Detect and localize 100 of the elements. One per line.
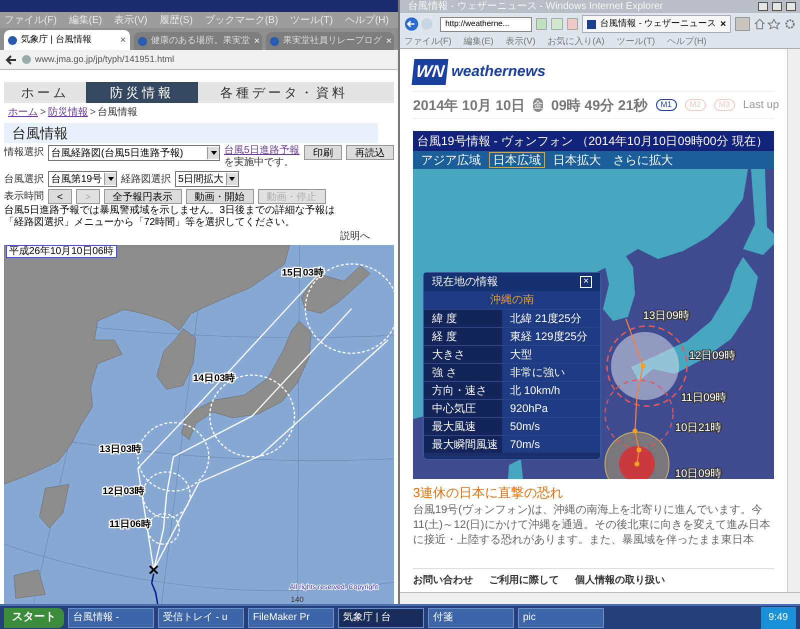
- close-button[interactable]: ×: [580, 276, 592, 288]
- dropdown[interactable]: 台風第19号: [48, 171, 118, 187]
- caret-icon: [226, 173, 238, 185]
- view-tab[interactable]: アジア広域: [417, 152, 485, 168]
- window-title: 台風情報 - ウェザーニュース - Windows Internet Explorer: [408, 0, 664, 14]
- time-label: 11日09時: [681, 392, 727, 404]
- field-value: 920hPa: [502, 400, 600, 417]
- timestamp-label: 平成26年10月10日06時: [6, 245, 116, 258]
- new-tab-button[interactable]: [735, 17, 750, 31]
- browser-tab[interactable]: 果実堂社員リレーブログ ×: [266, 32, 394, 50]
- time-label: 13日09時: [643, 310, 690, 322]
- taskbar-button[interactable]: 気象庁 | 台: [338, 608, 424, 628]
- time-label: 12日09時: [689, 350, 736, 362]
- start-button[interactable]: スタート: [4, 608, 64, 628]
- time-text: 09時 49分 21秒: [551, 96, 648, 114]
- time-label: 10日21時: [675, 422, 722, 434]
- typhoon-title: 台風19号情報 - ヴォンフォン （2014年10月10日09時00分 現在）: [417, 133, 768, 150]
- browser-tab[interactable]: 台風情報 - ウェザーニュース ×: [582, 15, 732, 33]
- button[interactable]: 全予報円表示: [104, 189, 182, 204]
- article-headline: 3連休の日本に直撃の恐れ: [413, 484, 564, 502]
- field-label: 経路図選択: [121, 172, 172, 186]
- notice-paragraph: 台風5日進路予報では暴風警戒域を示しません。3日後までの詳細な予報は「経路図選択」メニューから「72時間」等を選択してください。: [4, 205, 336, 229]
- past-track-line: [150, 573, 158, 604]
- close-icon[interactable]: ×: [720, 16, 726, 32]
- close-icon[interactable]: ×: [254, 34, 260, 48]
- logo-text: weathernews: [451, 62, 546, 82]
- date-text: 2014年 10月 10日: [413, 96, 526, 114]
- dropdown[interactable]: 5日間拡大: [175, 171, 239, 187]
- help-link[interactable]: 説明へ: [340, 229, 370, 244]
- location-text: 沖縄の南: [424, 291, 600, 309]
- caret-icon: [104, 173, 116, 185]
- time-label: 13日03時: [100, 444, 142, 455]
- menu-item[interactable]: 編集(E): [464, 34, 494, 48]
- notice-text: 台風5日進路予報 を実施中です。: [224, 145, 300, 169]
- field-value: 50m/s: [502, 418, 600, 435]
- address-bar[interactable]: www.jma.go.jp/jp/typh/141951.html: [0, 50, 398, 70]
- tab-label: 気象庁 | 台風情報: [21, 33, 92, 46]
- footer-link[interactable]: お問い合わせ: [413, 573, 473, 588]
- menu-item[interactable]: ヘルプ(H): [667, 34, 706, 48]
- browser-tab[interactable]: 気象庁 | 台風情報 ×: [4, 30, 130, 50]
- button[interactable]: 印刷: [304, 145, 342, 160]
- center-mark-icon: [148, 565, 159, 575]
- caret-icon: [207, 147, 219, 159]
- button[interactable]: <: [48, 189, 72, 204]
- view-tab[interactable]: さらに拡大: [609, 152, 677, 168]
- url-text: www.jma.go.jp/jp/typh/141951.html: [35, 52, 174, 66]
- breadcrumb-current: 台風情報: [98, 106, 138, 120]
- globe-icon: [270, 36, 279, 46]
- vertical-scrollbar[interactable]: [787, 49, 800, 592]
- field-value: 大型: [502, 346, 600, 363]
- page-title: 台風情報: [12, 124, 68, 142]
- panel-title: 現在地の情報: [432, 274, 498, 290]
- menu-item[interactable]: ファイル(F): [404, 34, 452, 48]
- field-value: 東経 129度25分: [502, 328, 600, 345]
- notice-link[interactable]: 台風5日進路予報: [224, 145, 300, 156]
- field-label: 強 さ: [424, 364, 502, 381]
- taskbar-button[interactable]: 付箋: [428, 608, 514, 628]
- horizontal-scrollbar[interactable]: [400, 592, 800, 604]
- nav-tab[interactable]: 防災情報: [86, 82, 198, 103]
- tab-label: 台風情報 - ウェザーニュース: [600, 17, 716, 30]
- footer-link[interactable]: 個人情報の取り扱い: [575, 573, 665, 588]
- taskbar-button[interactable]: 受信トレイ - u: [158, 608, 244, 628]
- globe-icon: [138, 36, 147, 46]
- field-label: 中心気圧: [424, 400, 502, 417]
- close-icon[interactable]: ×: [120, 32, 126, 48]
- footer-link[interactable]: ご利用に際して: [489, 573, 559, 588]
- field-label: 方向・速さ: [424, 382, 502, 399]
- field-value: 70m/s: [502, 436, 600, 453]
- field-label: 表示時間: [4, 190, 44, 204]
- address-field[interactable]: http://weatherne...: [440, 16, 532, 32]
- close-icon[interactable]: ×: [386, 34, 392, 48]
- menu-item[interactable]: ツール(T): [616, 34, 655, 48]
- taskbar-button[interactable]: pic: [518, 608, 604, 628]
- taskbar-button[interactable]: FileMaker Pr: [248, 608, 334, 628]
- tab-label: 健康のある場所。果実堂: [151, 34, 250, 48]
- breadcrumb-separator: >: [40, 106, 46, 120]
- view-tab[interactable]: 日本広域: [489, 152, 545, 168]
- mode-toggle[interactable]: M1: [656, 99, 677, 111]
- globe-icon: [8, 36, 17, 44]
- site-icon: [587, 20, 596, 28]
- field-label: 最大瞬間風速: [424, 436, 502, 453]
- button[interactable]: 動画・開始: [186, 189, 254, 204]
- breadcrumb-link[interactable]: ホーム: [8, 104, 38, 120]
- dropdown[interactable]: 台風経路図(台風5日進路予報): [48, 145, 220, 161]
- globe-icon: [22, 55, 31, 64]
- menu-item[interactable]: 表示(V): [506, 34, 536, 48]
- taskbar-button[interactable]: 台風情報 -: [68, 608, 154, 628]
- time-label: 15日03時: [282, 268, 324, 278]
- field-label: 緯 度: [424, 310, 502, 327]
- browser-tab[interactable]: 健康のある場所。果実堂 ×: [134, 32, 262, 50]
- weekday-badge: 金: [533, 98, 544, 112]
- time-label: 10日09時: [675, 468, 722, 479]
- button[interactable]: 再読込: [346, 145, 394, 160]
- view-tab[interactable]: 日本拡大: [549, 152, 605, 168]
- field-label: 経 度: [424, 328, 502, 345]
- clock-text: 9:49: [768, 611, 788, 625]
- toolbar-icons-drawing: [754, 18, 796, 30]
- field-label: 大きさ: [424, 346, 502, 363]
- breadcrumb-link[interactable]: 防災情報: [48, 104, 88, 120]
- menu-item[interactable]: お気に入り(A): [548, 34, 604, 48]
